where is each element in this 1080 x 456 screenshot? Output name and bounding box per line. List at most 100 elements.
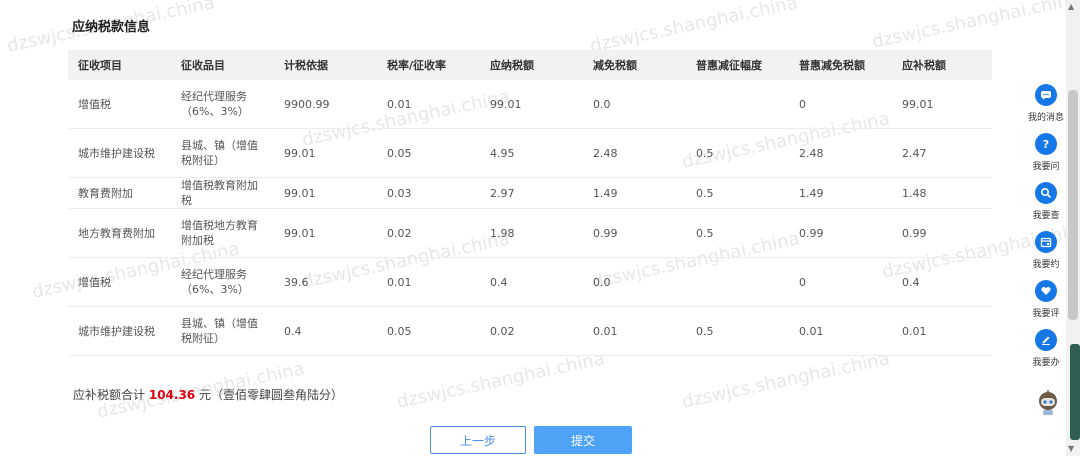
table-cell: 0.01	[892, 306, 992, 356]
table-cell: 经纪代理服务（6%、3%）	[171, 257, 274, 307]
edit-icon	[1035, 329, 1057, 351]
side-item-ask[interactable]: ? 我要问	[1022, 133, 1070, 172]
scroll-up-arrow-icon[interactable]: ▲	[1068, 2, 1074, 11]
table-cell: 1.98	[480, 208, 583, 258]
table-cell: 4.95	[480, 128, 583, 178]
table-cell: 教育费附加	[68, 177, 171, 209]
table-cell: 0.01	[377, 80, 480, 129]
summary-suffix: 元（壹佰零肆圆叁角陆分）	[198, 388, 343, 402]
table-row: 增值税 经纪代理服务（6%、3%） 9900.99 0.01 99.01 0.0…	[68, 80, 992, 129]
table-cell: 2.97	[480, 177, 583, 209]
search-icon	[1035, 182, 1057, 204]
table-cell: 0.4	[480, 257, 583, 307]
side-item-label: 我要问	[1032, 162, 1060, 172]
table-cell: 0.03	[377, 177, 480, 209]
table-cell: 1.49	[583, 177, 686, 209]
table-cell: 0.0	[583, 80, 686, 129]
table-cell: 9900.99	[274, 80, 377, 129]
table-row: 增值税 经纪代理服务（6%、3%） 39.6 0.01 0.4 0.0 0 0.…	[68, 257, 992, 307]
table-cell: 0.4	[274, 306, 377, 356]
assistant-robot-icon[interactable]	[1034, 389, 1062, 417]
table-cell: 1.48	[892, 177, 992, 209]
column-header: 普惠减免税额	[789, 50, 892, 80]
table-cell: 0.5	[686, 208, 789, 258]
table-cell: 经纪代理服务（6%、3%）	[171, 80, 274, 129]
summary-prefix: 应补税额合计	[73, 388, 146, 402]
table-cell: 99.01	[274, 208, 377, 258]
side-item-appointment[interactable]: 我要约	[1022, 231, 1070, 270]
table-cell: 0.0	[583, 257, 686, 307]
table-cell: 99.01	[274, 177, 377, 209]
table-cell: 2.48	[583, 128, 686, 178]
scroll-down-arrow-icon[interactable]: ▼	[1068, 444, 1074, 453]
heart-icon	[1035, 280, 1057, 302]
table-cell: 0.02	[377, 208, 480, 258]
table-cell: 增值税	[68, 80, 171, 129]
side-item-search[interactable]: 我要查	[1022, 182, 1070, 221]
table-cell: 0.99	[892, 208, 992, 258]
table-cell	[686, 257, 789, 307]
table-cell: 0.5	[686, 306, 789, 356]
watermark: dzswjcs.shanghai.china	[870, 0, 1080, 53]
table-cell: 0.01	[789, 306, 892, 356]
table-cell: 0.99	[583, 208, 686, 258]
side-item-messages[interactable]: 我的消息	[1022, 84, 1070, 123]
table-cell: 增值税地方教育附加税	[171, 208, 274, 258]
table-cell: 39.6	[274, 257, 377, 307]
submit-button[interactable]: 提交	[534, 426, 632, 454]
table-cell: 0.4	[892, 257, 992, 307]
table-cell: 0	[789, 257, 892, 307]
table-cell: 城市维护建设税	[68, 128, 171, 178]
table-row: 地方教育费附加 增值税地方教育附加税 99.01 0.02 1.98 0.99 …	[68, 208, 992, 258]
side-item-handle[interactable]: 我要办	[1022, 329, 1070, 368]
table-cell: 2.48	[789, 128, 892, 178]
tax-table: 征收项目 征收品目 计税依据 税率/征收率 应纳税额 减免税额 普惠减征幅度 普…	[68, 50, 992, 356]
table-cell: 县城、镇（增值税附征）	[171, 306, 274, 356]
table-header-row: 征收项目 征收品目 计税依据 税率/征收率 应纳税额 减免税额 普惠减征幅度 普…	[68, 50, 992, 80]
column-header: 税率/征收率	[377, 50, 480, 80]
side-item-label: 我要约	[1032, 260, 1060, 270]
table-cell: 1.49	[789, 177, 892, 209]
column-header: 征收项目	[68, 50, 171, 80]
calendar-icon	[1035, 231, 1057, 253]
table-cell: 0	[789, 80, 892, 129]
floating-side-menu: 我的消息 ? 我要问 我要查 我要约 我要评 我要办	[1022, 84, 1070, 378]
table-row: 城市维护建设税 县城、镇（增值税附征） 0.4 0.05 0.02 0.01 0…	[68, 306, 992, 356]
watermark: dzswjcs.shanghai.china	[680, 348, 892, 413]
previous-step-button[interactable]: 上一步	[430, 426, 526, 454]
table-cell: 99.01	[480, 80, 583, 129]
total-amount: 104.36	[148, 388, 196, 402]
column-header: 征收品目	[171, 50, 274, 80]
table-cell: 县城、镇（增值税附征）	[171, 128, 274, 178]
column-header: 普惠减征幅度	[686, 50, 789, 80]
watermark: dzswjcs.shanghai.china	[588, 0, 800, 57]
table-cell: 99.01	[892, 80, 992, 129]
table-cell: 0.05	[377, 306, 480, 356]
table-cell: 0.01	[377, 257, 480, 307]
side-item-label: 我要办	[1032, 358, 1060, 368]
watermark: dzswjcs.shanghai.china	[395, 348, 607, 413]
side-item-review[interactable]: 我要评	[1022, 280, 1070, 319]
table-cell: 0.05	[377, 128, 480, 178]
table-cell: 0.5	[686, 128, 789, 178]
column-header: 应补税额	[892, 50, 992, 80]
tax-total-summary: 应补税额合计 104.36 元（壹佰零肆圆叁角陆分）	[73, 386, 343, 403]
column-header: 计税依据	[274, 50, 377, 80]
table-cell: 99.01	[274, 128, 377, 178]
table-cell: 2.47	[892, 128, 992, 178]
side-item-label: 我要查	[1032, 211, 1060, 221]
column-header: 减免税额	[583, 50, 686, 80]
table-cell: 0.5	[686, 177, 789, 209]
table-cell: 增值税	[68, 257, 171, 307]
table-cell: 0.02	[480, 306, 583, 356]
table-cell: 0.99	[789, 208, 892, 258]
side-item-label: 我要评	[1032, 309, 1060, 319]
side-item-label: 我的消息	[1027, 113, 1064, 123]
table-row: 城市维护建设税 县城、镇（增值税附征） 99.01 0.05 4.95 2.48…	[68, 128, 992, 178]
table-cell	[686, 80, 789, 129]
section-title: 应纳税款信息	[72, 20, 151, 35]
table-cell: 地方教育费附加	[68, 208, 171, 258]
message-icon	[1035, 84, 1057, 106]
table-cell: 增值税教育附加税	[171, 177, 274, 209]
table-cell: 城市维护建设税	[68, 306, 171, 356]
